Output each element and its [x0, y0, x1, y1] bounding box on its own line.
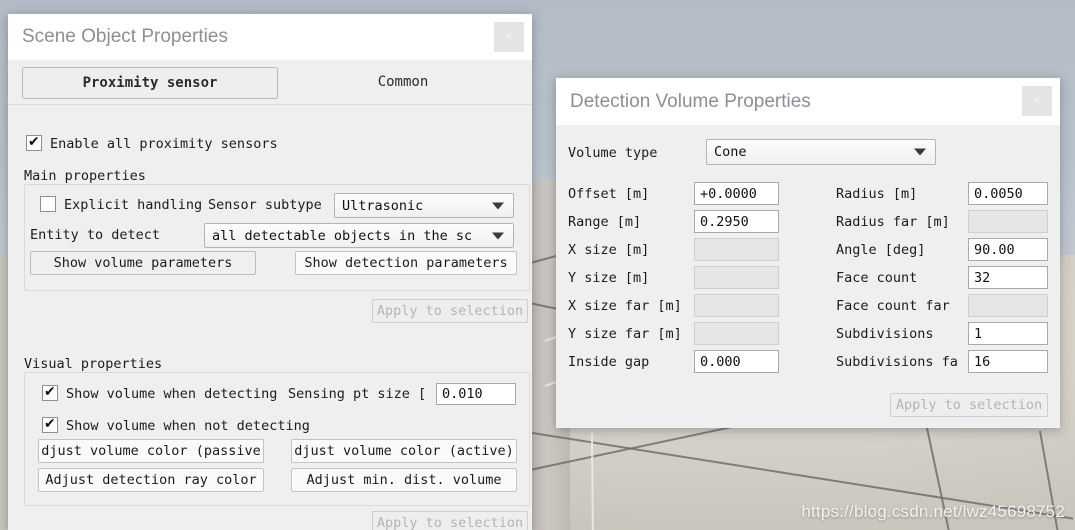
show-volume-when-detecting-checkbox[interactable]: [42, 384, 58, 401]
main-properties-header: Main properties: [24, 168, 146, 184]
detection-volume-titlebar[interactable]: Detection Volume Properties ×: [556, 78, 1060, 125]
sensor-subtype-select[interactable]: Ultrasonic: [334, 193, 514, 218]
watermark: https://blog.csdn.net/lwz45698752: [801, 502, 1065, 521]
sensing-pt-size-value: 0.010: [442, 386, 483, 402]
range-value: 0.2950: [700, 213, 749, 230]
x-size-far-label: X size far [m]: [568, 298, 682, 314]
tab-common[interactable]: Common: [308, 67, 498, 97]
subdivisions-far-input[interactable]: 16: [968, 350, 1048, 373]
radius-value: 0.0050: [974, 185, 1023, 202]
angle-label: Angle [deg]: [836, 242, 926, 258]
x-size-label: X size [m]: [568, 242, 650, 258]
range-input[interactable]: 0.2950: [694, 210, 779, 233]
offset-label: Offset [m]: [568, 186, 650, 202]
subdivisions-value: 1: [974, 325, 983, 342]
show-volume-when-not-detecting-label: Show volume when not detecting: [66, 418, 310, 434]
close-icon[interactable]: ×: [1022, 86, 1052, 116]
adjust-detection-ray-color-button[interactable]: Adjust detection ray color: [38, 468, 264, 492]
scene-object-titlebar[interactable]: Scene Object Properties ×: [8, 14, 532, 60]
radius-far-input[interactable]: [968, 210, 1048, 233]
show-volume-parameters-button[interactable]: Show volume parameters: [30, 251, 256, 275]
detection-volume-properties-dialog[interactable]: Detection Volume Properties × Volume typ…: [556, 78, 1060, 428]
visual-properties-header: Visual properties: [24, 356, 163, 372]
chevron-down-icon: [492, 202, 504, 209]
radius-label: Radius [m]: [836, 186, 918, 202]
volume-type-value: Cone: [714, 144, 747, 160]
sensing-pt-size-label: Sensing pt size [: [288, 386, 427, 402]
show-volume-when-detecting-label: Show volume when detecting: [66, 386, 278, 402]
subdivisions-far-label: Subdivisions fa: [836, 354, 958, 370]
subdivisions-far-value: 16: [974, 353, 991, 370]
face-count-input[interactable]: 32: [968, 266, 1048, 289]
show-volume-when-not-detecting-checkbox[interactable]: [42, 416, 58, 433]
range-label: Range [m]: [568, 214, 642, 230]
sensor-subtype-label: Sensor subtype: [208, 197, 322, 213]
y-size-far-input[interactable]: [694, 322, 779, 345]
entity-to-detect-select[interactable]: all detectable objects in the sc: [204, 223, 514, 248]
enable-all-proximity-sensors-checkbox[interactable]: [26, 134, 42, 151]
chevron-down-icon: [492, 232, 504, 239]
inside-gap-input[interactable]: 0.000: [694, 350, 779, 373]
offset-value: +0.0000: [700, 185, 757, 202]
scene-object-properties-dialog[interactable]: Scene Object Properties × Proximity sens…: [8, 14, 532, 530]
show-detection-parameters-button[interactable]: Show detection parameters: [295, 251, 517, 275]
inside-gap-label: Inside gap: [568, 354, 650, 370]
tab-proximity-sensor[interactable]: Proximity sensor: [22, 67, 278, 99]
sensing-pt-size-input[interactable]: 0.010: [436, 383, 516, 405]
subdivisions-input[interactable]: 1: [968, 322, 1048, 345]
screen: https://blog.csdn.net/lwz45698752 Scene …: [0, 0, 1075, 530]
entity-to-detect-label: Entity to detect: [30, 227, 161, 243]
y-size-far-label: Y size far [m]: [568, 326, 682, 342]
main-apply-to-selection-button[interactable]: Apply to selection: [372, 299, 528, 323]
chevron-down-icon: [914, 148, 926, 156]
volume-type-label: Volume type: [568, 145, 658, 161]
y-size-label: Y size [m]: [568, 270, 650, 286]
enable-all-proximity-sensors-label: Enable all proximity sensors: [50, 136, 278, 152]
sensor-subtype-value: Ultrasonic: [342, 197, 424, 214]
scene-object-tabstrip: Proximity sensor Common: [8, 60, 532, 105]
x-size-far-input[interactable]: [694, 294, 779, 317]
face-count-label: Face count: [836, 270, 918, 286]
face-count-value: 32: [974, 269, 991, 286]
scene-object-title: Scene Object Properties: [22, 26, 228, 47]
explicit-handling-label: Explicit handling: [64, 197, 203, 213]
y-size-input[interactable]: [694, 266, 779, 289]
entity-to-detect-value: all detectable objects in the sc: [212, 227, 473, 244]
volume-type-select[interactable]: Cone: [706, 139, 936, 165]
x-size-input[interactable]: [694, 238, 779, 261]
adjust-volume-color-passive-button[interactable]: djust volume color (passive: [38, 439, 264, 463]
inside-gap-value: 0.000: [700, 353, 741, 370]
visual-apply-to-selection-button[interactable]: Apply to selection: [372, 511, 528, 530]
face-count-far-input[interactable]: [968, 294, 1048, 317]
radius-far-label: Radius far [m]: [836, 214, 950, 230]
angle-input[interactable]: 90.00: [968, 238, 1048, 261]
face-count-far-label: Face count far: [836, 298, 950, 314]
detection-volume-apply-to-selection-button[interactable]: Apply to selection: [890, 393, 1048, 417]
radius-input[interactable]: 0.0050: [968, 182, 1048, 205]
explicit-handling-checkbox[interactable]: [40, 196, 56, 212]
close-icon[interactable]: ×: [494, 22, 524, 52]
angle-value: 90.00: [974, 241, 1015, 258]
adjust-volume-color-active-button[interactable]: djust volume color (active): [291, 439, 517, 463]
detection-volume-title: Detection Volume Properties: [570, 90, 811, 112]
adjust-min-dist-volume-button[interactable]: Adjust min. dist. volume: [291, 468, 517, 492]
subdivisions-label: Subdivisions: [836, 326, 934, 342]
offset-input[interactable]: +0.0000: [694, 182, 779, 205]
